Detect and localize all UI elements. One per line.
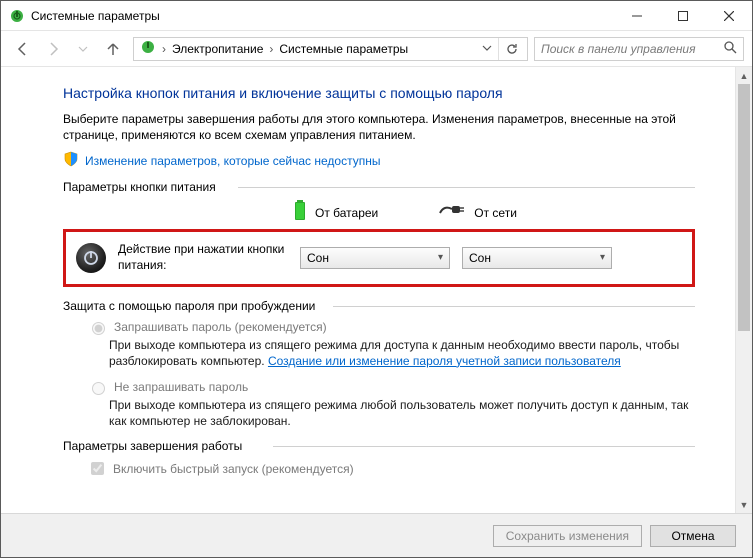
select-value: Сон: [469, 251, 491, 265]
app-icon: [9, 8, 25, 24]
shield-icon: [63, 151, 79, 170]
window-title: Системные параметры: [31, 9, 160, 23]
page-title: Настройка кнопок питания и включение защ…: [63, 85, 695, 101]
scroll-down-button[interactable]: ▼: [736, 496, 752, 513]
chevron-right-icon: ›: [267, 42, 275, 56]
maximize-button[interactable]: [660, 1, 706, 31]
back-button[interactable]: [9, 35, 37, 63]
chevron-right-icon: ›: [160, 42, 168, 56]
battery-icon: [293, 200, 307, 225]
vertical-scrollbar[interactable]: ▲ ▼: [735, 67, 752, 513]
address-dropdown[interactable]: [476, 42, 498, 56]
power-action-battery-select[interactable]: Сон ▾: [300, 247, 450, 269]
radio-require-password-desc: При выходе компьютера из спящего режима …: [109, 337, 695, 369]
section-shutdown: Параметры завершения работы: [63, 439, 695, 453]
search-icon: [723, 40, 737, 57]
refresh-button[interactable]: [498, 38, 525, 60]
close-button[interactable]: [706, 1, 752, 31]
page-description: Выберите параметры завершения работы для…: [63, 111, 695, 143]
scroll-thumb[interactable]: [738, 84, 750, 331]
address-bar[interactable]: › Электропитание › Системные параметры: [133, 37, 528, 61]
radio-require-password[interactable]: Запрашивать пароль (рекомендуется): [87, 319, 695, 335]
change-locked-settings-link[interactable]: Изменение параметров, которые сейчас нед…: [85, 154, 381, 168]
section-password: Защита с помощью пароля при пробуждении: [63, 299, 695, 313]
search-input[interactable]: Поиск в панели управления: [534, 37, 744, 61]
minimize-button[interactable]: [614, 1, 660, 31]
column-ac-label: От сети: [474, 206, 517, 220]
power-button-action-row: Действие при нажатии кнопки питания: Сон…: [63, 229, 695, 286]
column-battery: От батареи: [293, 200, 378, 225]
save-button[interactable]: Сохранить изменения: [493, 525, 642, 547]
up-button[interactable]: [99, 35, 127, 63]
cancel-button[interactable]: Отмена: [650, 525, 736, 547]
radio-no-password-desc: При выходе компьютера из спящего режима …: [109, 397, 695, 429]
scroll-track[interactable]: [736, 84, 752, 496]
scroll-up-button[interactable]: ▲: [736, 67, 752, 84]
checkbox-label: Включить быстрый запуск (рекомендуется): [113, 462, 354, 476]
radio-label: Запрашивать пароль (рекомендуется): [114, 320, 327, 334]
breadcrumb-item[interactable]: Электропитание: [168, 42, 267, 56]
section-power-button: Параметры кнопки питания: [63, 180, 695, 194]
forward-button[interactable]: [39, 35, 67, 63]
power-action-ac-select[interactable]: Сон ▾: [462, 247, 612, 269]
checkbox-fast-startup-input[interactable]: [91, 462, 104, 475]
recent-button[interactable]: [69, 35, 97, 63]
radio-label: Не запрашивать пароль: [114, 380, 248, 394]
checkbox-fast-startup[interactable]: Включить быстрый запуск (рекомендуется): [87, 459, 695, 478]
column-battery-label: От батареи: [315, 206, 378, 220]
power-plan-icon: [140, 39, 156, 58]
select-value: Сон: [307, 251, 329, 265]
titlebar: Системные параметры: [1, 1, 752, 31]
navbar: › Электропитание › Системные параметры П…: [1, 31, 752, 67]
radio-require-password-input[interactable]: [92, 322, 105, 335]
chevron-down-icon: ▾: [600, 252, 605, 263]
power-button-icon: [76, 243, 106, 273]
plug-icon: [438, 203, 466, 222]
footer: Сохранить изменения Отмена: [1, 513, 752, 557]
search-placeholder: Поиск в панели управления: [541, 42, 696, 56]
create-change-password-link[interactable]: Создание или изменение пароля учетной за…: [268, 354, 621, 368]
chevron-down-icon: ▾: [438, 252, 443, 263]
breadcrumb-item[interactable]: Системные параметры: [275, 42, 412, 56]
radio-no-password-input[interactable]: [92, 382, 105, 395]
power-button-action-label: Действие при нажатии кнопки питания:: [118, 242, 288, 273]
radio-no-password[interactable]: Не запрашивать пароль: [87, 379, 695, 395]
content-area: Настройка кнопок питания и включение защ…: [1, 67, 735, 513]
column-ac: От сети: [438, 200, 517, 225]
